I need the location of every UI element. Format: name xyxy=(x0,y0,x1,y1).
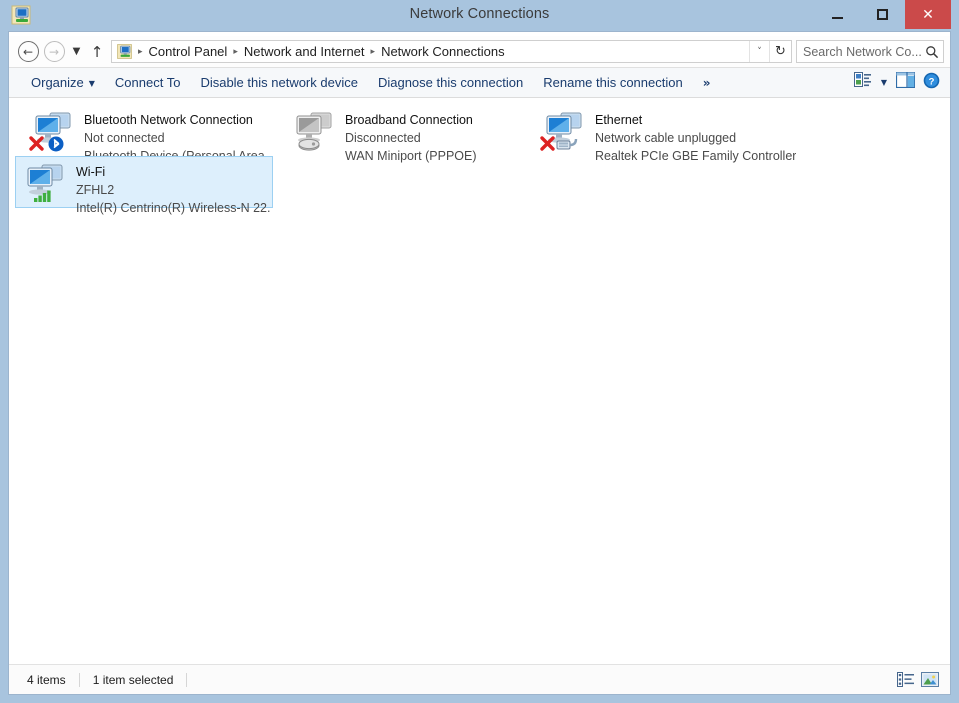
breadcrumb-item-control-panel[interactable]: Control Panel xyxy=(146,43,231,60)
connections-list[interactable]: Bluetooth Network Connection Not connect… xyxy=(9,98,950,664)
search-input[interactable]: Search Network Co... xyxy=(796,40,944,63)
window-controls: ✕ xyxy=(815,0,951,29)
up-button[interactable]: ↑ xyxy=(86,40,108,64)
connection-device: Intel(R) Centrino(R) Wireless-N 22... xyxy=(76,201,270,215)
breadcrumb-item-network-connections[interactable]: Network Connections xyxy=(378,43,508,60)
connection-name: Ethernet xyxy=(595,113,643,127)
help-button[interactable]: ? xyxy=(918,71,944,95)
connection-name: Broadband Connection xyxy=(345,113,473,127)
breadcrumb: ▸ Control Panel ▸ Network and Internet ▸… xyxy=(135,43,749,60)
change-view-dropdown[interactable]: ▼ xyxy=(876,71,892,95)
address-bar: ← → ▼ ↑ ▸ Control Panel ▸ Network and In… xyxy=(9,36,950,67)
connection-device: WAN Miniport (PPPOE) xyxy=(345,149,477,163)
connection-status: Not connected xyxy=(84,131,165,145)
network-adapter-icon xyxy=(539,109,591,153)
close-button[interactable]: ✕ xyxy=(905,0,951,29)
breadcrumb-separator[interactable]: ▸ xyxy=(368,47,379,57)
chevron-down-icon[interactable]: ˅ xyxy=(749,41,769,62)
refresh-icon[interactable]: ↻ xyxy=(769,41,791,62)
list-item[interactable]: Ethernet Network cable unplugged Realtek… xyxy=(534,104,809,163)
toolbar-rename-button[interactable]: Rename this connection xyxy=(533,71,692,94)
client-area: ← → ▼ ↑ ▸ Control Panel ▸ Network and In… xyxy=(8,31,951,695)
toolbar-disable-device-button[interactable]: Disable this network device xyxy=(190,71,368,94)
change-view-icon xyxy=(854,72,872,93)
chevron-down-icon: ▼ xyxy=(88,79,95,89)
preview-pane-button[interactable] xyxy=(892,71,918,95)
breadcrumb-path-icon xyxy=(116,43,133,60)
title-bar: Network Connections ✕ xyxy=(8,0,951,31)
maximize-button[interactable] xyxy=(860,0,905,29)
connection-device: Realtek PCIe GBE Family Controller xyxy=(595,149,797,163)
connection-status: ZFHL2 xyxy=(76,183,115,197)
large-icons-view-button[interactable] xyxy=(918,669,942,691)
svg-text:?: ? xyxy=(928,76,934,87)
breadcrumb-bar[interactable]: ▸ Control Panel ▸ Network and Internet ▸… xyxy=(111,40,792,63)
list-item-text: Broadband Connection Disconnected WAN Mi… xyxy=(345,109,477,165)
breadcrumb-separator: ▸ xyxy=(138,46,143,57)
maximize-icon xyxy=(877,9,888,20)
list-item[interactable]: Wi-Fi ZFHL2 Intel(R) Centrino(R) Wireles… xyxy=(15,156,273,215)
network-adapter-icon xyxy=(20,161,72,205)
connection-name: Wi-Fi xyxy=(76,165,106,179)
selection-label: 1 item selected xyxy=(93,672,188,687)
list-item-text: Wi-Fi ZFHL2 Intel(R) Centrino(R) Wireles… xyxy=(76,161,270,217)
toolbar-overflow-button[interactable]: » xyxy=(693,72,721,94)
rj45-cable-icon xyxy=(556,138,578,150)
breadcrumb-item-network-and-internet[interactable]: Network and Internet xyxy=(241,43,368,60)
back-arrow-icon: ← xyxy=(17,41,39,62)
network-adapter-icon xyxy=(289,109,341,153)
minimize-button[interactable] xyxy=(815,0,860,29)
recent-locations-button[interactable]: ▼ xyxy=(67,40,86,64)
back-button[interactable]: ← xyxy=(15,40,41,64)
item-count-label: 4 items xyxy=(27,672,80,687)
list-item[interactable]: Broadband Connection Disconnected WAN Mi… xyxy=(284,104,534,163)
change-view-button[interactable] xyxy=(850,71,876,95)
command-toolbar: Organize ▼ Connect To Disable this networ… xyxy=(9,67,950,98)
list-item[interactable]: Bluetooth Network Connection Not connect… xyxy=(23,104,273,163)
toolbar-diagnose-button[interactable]: Diagnose this connection xyxy=(368,71,533,94)
toolbar-organize-button[interactable]: Organize ▼ xyxy=(21,71,105,94)
breadcrumb-separator[interactable]: ▸ xyxy=(230,47,241,57)
bluetooth-icon xyxy=(48,136,64,152)
help-icon: ? xyxy=(923,72,940,94)
connections-grid: Bluetooth Network Connection Not connect… xyxy=(9,98,950,215)
connection-status: Disconnected xyxy=(345,131,421,145)
search-icon xyxy=(925,45,939,59)
toolbar-connect-to-button[interactable]: Connect To xyxy=(105,71,191,94)
forward-button[interactable]: → xyxy=(41,40,67,64)
close-icon: ✕ xyxy=(922,6,934,23)
connection-status: Network cable unplugged xyxy=(595,131,737,145)
status-bar: 4 items 1 item selected xyxy=(9,664,950,694)
modem-icon xyxy=(298,138,320,151)
preview-pane-icon xyxy=(895,71,915,93)
forward-arrow-icon: → xyxy=(43,41,65,62)
network-adapter-icon xyxy=(28,109,80,153)
window-title: Network Connections xyxy=(409,6,550,22)
connection-name: Bluetooth Network Connection xyxy=(84,113,253,127)
network-connections-window: Network Connections ✕ ← → ▼ ↑ ▸ Control … xyxy=(0,0,959,703)
toolbar-organize-label: Organize xyxy=(31,75,84,90)
search-placeholder: Search Network Co... xyxy=(803,44,922,59)
details-view-button[interactable] xyxy=(894,669,918,691)
minimize-icon xyxy=(832,17,843,19)
list-item-text: Ethernet Network cable unplugged Realtek… xyxy=(595,109,796,165)
